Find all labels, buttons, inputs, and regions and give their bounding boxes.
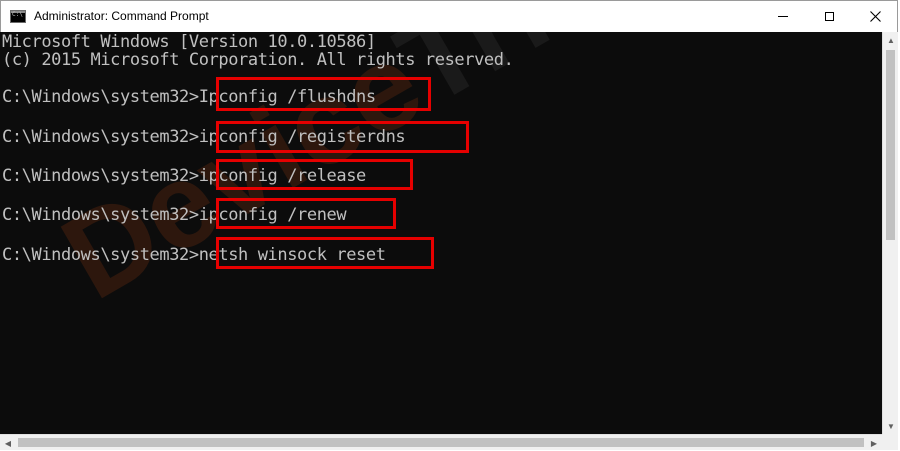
cmd-icon-label: C:\ bbox=[12, 11, 23, 18]
scroll-down-icon[interactable]: ▼ bbox=[883, 418, 899, 434]
close-button[interactable] bbox=[852, 1, 898, 32]
highlight-box bbox=[216, 121, 469, 153]
highlight-box bbox=[216, 159, 413, 190]
highlight-box bbox=[216, 198, 396, 229]
scroll-up-icon[interactable]: ▲ bbox=[883, 32, 899, 48]
horizontal-scrollbar[interactable]: ◀ ▶ bbox=[0, 434, 882, 450]
minimize-button[interactable] bbox=[760, 1, 806, 32]
window-title: Administrator: Command Prompt bbox=[34, 9, 209, 23]
scroll-left-icon[interactable]: ◀ bbox=[0, 435, 16, 451]
horizontal-scroll-thumb[interactable] bbox=[18, 438, 864, 447]
vertical-scrollbar[interactable]: ▲ ▼ bbox=[882, 32, 898, 434]
console-output[interactable]: DeviceTricks Microsoft Windows [Version … bbox=[0, 32, 882, 434]
console-header-line: Microsoft Windows [Version 10.0.10586] bbox=[2, 32, 376, 52]
console-header-line: (c) 2015 Microsoft Corporation. All righ… bbox=[2, 50, 514, 70]
minimize-icon bbox=[778, 16, 788, 17]
command-prompt: C:\Windows\system32> bbox=[2, 205, 199, 225]
vertical-scroll-thumb[interactable] bbox=[886, 50, 895, 240]
scroll-right-icon[interactable]: ▶ bbox=[866, 435, 882, 451]
command-prompt: C:\Windows\system32> bbox=[2, 127, 199, 147]
command-prompt: C:\Windows\system32> bbox=[2, 166, 199, 186]
maximize-button[interactable] bbox=[806, 1, 852, 32]
close-icon bbox=[869, 11, 881, 22]
command-prompt: C:\Windows\system32> bbox=[2, 87, 199, 107]
cmd-icon[interactable]: C:\ bbox=[10, 10, 26, 23]
command-prompt: C:\Windows\system32> bbox=[2, 245, 199, 265]
highlight-box bbox=[216, 77, 431, 111]
maximize-icon bbox=[824, 12, 834, 21]
highlight-box bbox=[216, 237, 434, 269]
scrollbar-corner bbox=[882, 434, 898, 450]
title-bar[interactable]: C:\ Administrator: Command Prompt bbox=[0, 0, 898, 32]
